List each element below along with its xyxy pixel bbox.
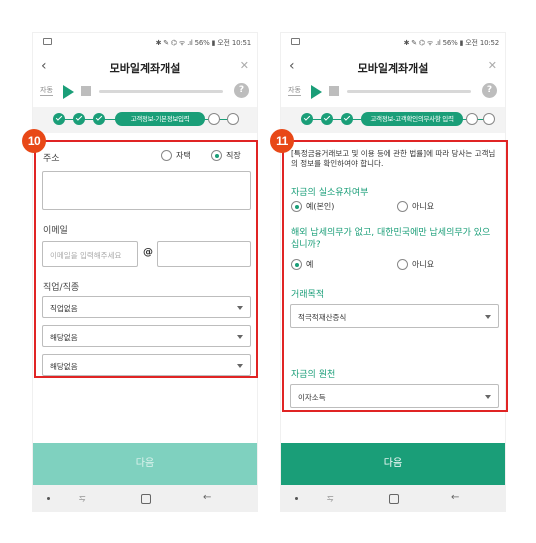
nav-dot-icon[interactable] [295,497,298,500]
app-header: ‹ 모바일계좌개설 ✕ [281,53,505,81]
current-step-label: 고객정보-고객확인의무사항 입력 [361,112,463,126]
close-icon[interactable]: ✕ [240,59,249,73]
stop-icon[interactable] [329,86,339,96]
close-icon[interactable]: ✕ [488,59,497,73]
step-badge-11: 11 [270,129,294,153]
step-indicator: 고객정보-고객확인의무사항 입력 [281,107,505,133]
next-button[interactable]: 다음 [33,443,257,485]
auto-play-toggle[interactable]: 자동 [40,85,53,96]
step-pending-icon [483,113,495,125]
recent-apps-icon[interactable]: ⥧ [327,494,333,504]
help-icon[interactable]: ? [234,83,249,98]
home-icon[interactable] [141,494,151,504]
nav-dot-icon[interactable] [47,497,50,500]
highlight-box-right [282,140,508,412]
status-text: ✱ ✎ ⌬ ᯤ .ıl 56% ▮ 오전 10:51 [155,39,252,47]
auto-play-toggle[interactable]: 자동 [288,85,301,96]
home-icon[interactable] [389,494,399,504]
app-header: ‹ 모바일계좌개설 ✕ [33,53,257,81]
play-icon[interactable] [311,85,322,99]
play-icon[interactable] [63,85,74,99]
status-bar: ✱ ✎ ⌬ ᯤ .ıl 56% ▮ 오전 10:51 [33,33,257,53]
gallery-icon [43,38,52,45]
recent-apps-icon[interactable]: ⥧ [79,494,85,504]
android-nav-bar: ⥧ ← [33,485,257,511]
audio-guide-bar: 자동 ? [281,81,505,107]
step-done-icon [53,113,65,125]
step-done-icon [73,113,85,125]
highlight-box-left [34,140,258,378]
nav-back-icon[interactable]: ← [203,492,211,504]
page-title: 모바일계좌개설 [357,62,429,75]
step-done-icon [301,113,313,125]
nav-back-icon[interactable]: ← [451,492,459,504]
step-done-icon [341,113,353,125]
step-pending-icon [466,113,478,125]
status-bar: ✱ ✎ ⌬ ᯤ .ıl 56% ▮ 오전 10:52 [281,33,505,53]
step-done-icon [321,113,333,125]
next-button[interactable]: 다음 [281,443,505,485]
status-text: ✱ ✎ ⌬ ᯤ .ıl 56% ▮ 오전 10:52 [403,39,500,47]
audio-guide-bar: 자동 ? [33,81,257,107]
audio-progress-track[interactable] [347,90,471,93]
step-done-icon [93,113,105,125]
step-indicator: 고객정보-기본정보입력 [33,107,257,133]
step-pending-icon [227,113,239,125]
current-step-label: 고객정보-기본정보입력 [115,112,205,126]
audio-progress-track[interactable] [99,90,223,93]
page-title: 모바일계좌개설 [109,62,181,75]
step-badge-10: 10 [22,129,46,153]
stop-icon[interactable] [81,86,91,96]
gallery-icon [291,38,300,45]
android-nav-bar: ⥧ ← [281,485,505,511]
help-icon[interactable]: ? [482,83,497,98]
step-pending-icon [208,113,220,125]
